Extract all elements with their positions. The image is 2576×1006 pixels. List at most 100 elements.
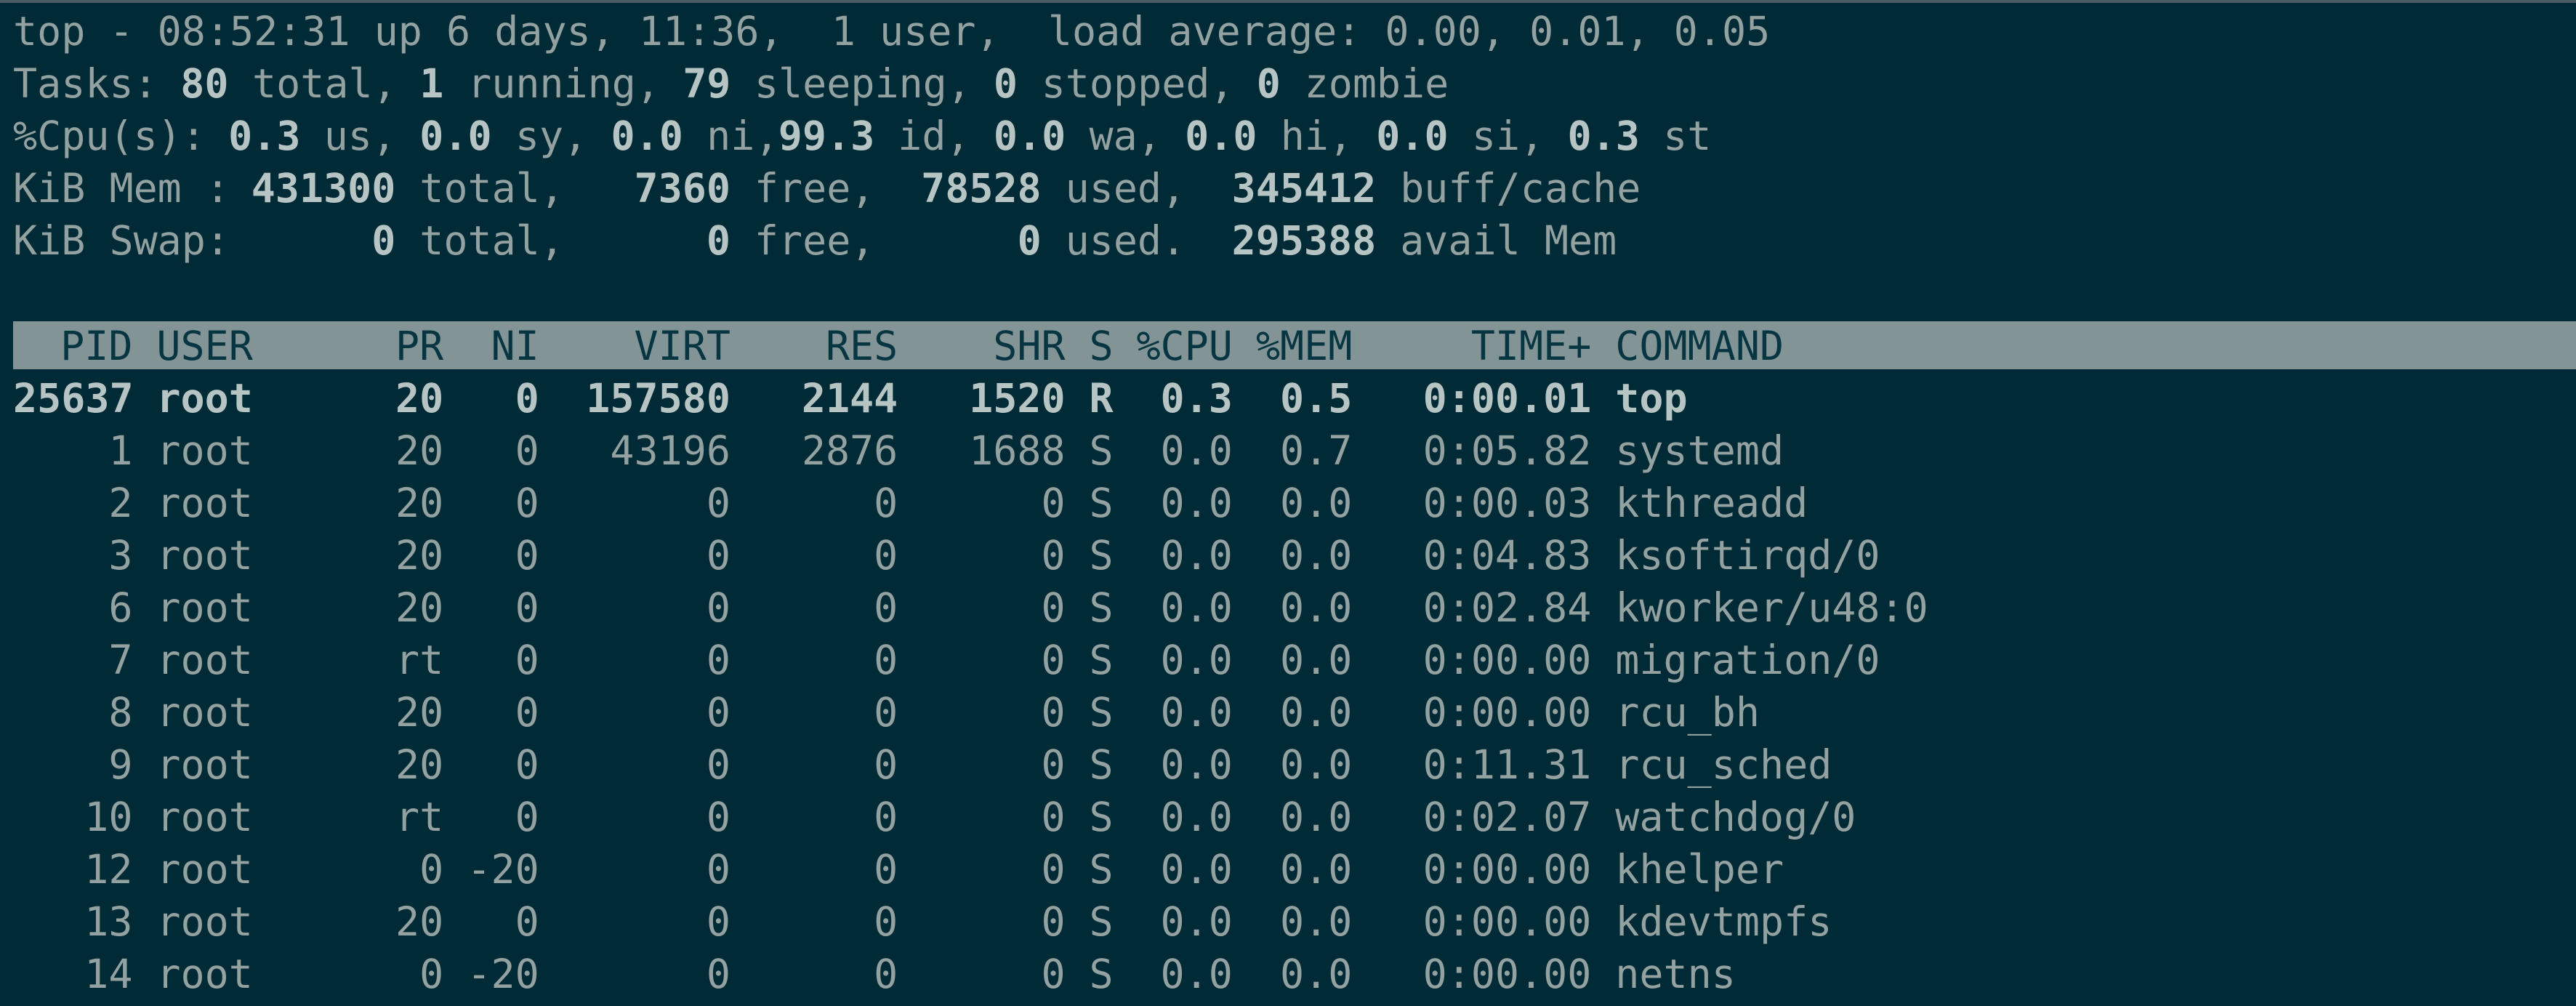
cpu-line: %Cpu(s): 0.3 us, 0.0 sy, 0.0 ni, 99.3 id, 0.0 wa, 0… — [0, 110, 2576, 162]
cell-command: systemd — [1615, 427, 1784, 474]
cell-res: 0 — [874, 794, 898, 840]
tasks-line-stopped: 0 — [993, 60, 1018, 107]
cell-state: S — [1089, 689, 1114, 736]
cpu-line-st: 0.3 — [1567, 113, 1640, 159]
cell-command: watchdog/0 — [1615, 794, 1856, 840]
mem-line-buff: 345412 — [1231, 165, 1377, 212]
cell-user: root — [156, 480, 253, 526]
mem-line-total: 431300 — [251, 165, 396, 212]
swap-line-used-lbl: used. — [1065, 217, 1186, 264]
cell-user: root — [156, 375, 253, 422]
cell-virt: 0 — [706, 951, 730, 997]
cell-shr: 1688 — [969, 427, 1066, 474]
cell-pr: 20 — [395, 898, 444, 945]
cell-cpu: 0.0 — [1160, 637, 1233, 683]
swap-line-total: 0 — [371, 217, 396, 264]
cell-time: 0:02.07 — [1422, 794, 1592, 840]
cell-mem: 0.0 — [1280, 480, 1353, 526]
cell-pr: 20 — [395, 689, 444, 736]
cell-command: rcu_sched — [1615, 741, 1832, 788]
cell-time: 0:00.00 — [1422, 689, 1592, 736]
cell-state: S — [1089, 637, 1114, 683]
tasks-line-stopped-lbl: stopped, — [1041, 60, 1234, 107]
cell-virt: 0 — [706, 689, 730, 736]
cell-ni: 0 — [515, 898, 539, 945]
cell-mem: 0.0 — [1280, 846, 1353, 893]
terminal-window[interactable]: top - 08:52:31 up 6 days, 11:36, 1 user,… — [0, 0, 2576, 1006]
cell-ni: 0 — [515, 794, 539, 840]
cell-shr: 0 — [1041, 951, 1066, 997]
table-row: 13 root 20 0 0 0 0 S 0.0 0.0 0:00.00 kdevtmpfs — [0, 896, 2576, 948]
cell-mem: 0.0 — [1280, 951, 1353, 997]
cell-virt: 0 — [706, 637, 730, 683]
cell-state: S — [1089, 480, 1114, 526]
column-header-mem: %MEM — [1255, 323, 1353, 369]
tasks-line: Tasks: 80 total, 1 running, 79 sleeping, 0 stopp… — [0, 57, 2576, 110]
tasks-line-zombie: 0 — [1256, 60, 1281, 107]
cell-pr: 0 — [419, 951, 444, 997]
cell-cpu: 0.0 — [1160, 584, 1233, 631]
cell-time: 0:00.00 — [1422, 637, 1592, 683]
cell-pid: 7 — [108, 637, 133, 683]
cell-pr: rt — [395, 794, 444, 840]
column-header-state: S — [1089, 323, 1114, 369]
cell-mem: 0.0 — [1280, 898, 1353, 945]
cell-shr: 0 — [1041, 532, 1066, 579]
cell-res: 2144 — [801, 375, 898, 422]
cell-pid: 3 — [108, 532, 133, 579]
cell-command: rcu_bh — [1615, 689, 1760, 736]
table-row: 6 root 20 0 0 0 0 S 0.0 0.0 0:02.84 kworker/u48:0 — [0, 582, 2576, 634]
cell-state: S — [1089, 741, 1114, 788]
cell-shr: 0 — [1041, 898, 1066, 945]
cell-ni: 0 — [515, 689, 539, 736]
cpu-line-id-lbl: id, — [898, 113, 970, 159]
cell-shr: 0 — [1041, 794, 1066, 840]
cell-virt: 0 — [706, 794, 730, 840]
cell-pr: rt — [395, 637, 444, 683]
cell-pr: 0 — [419, 846, 444, 893]
cell-mem: 0.0 — [1280, 637, 1353, 683]
cell-state: S — [1089, 951, 1114, 997]
cell-pid: 6 — [108, 584, 133, 631]
cell-mem: 0.7 — [1280, 427, 1353, 474]
cell-ni: 0 — [515, 480, 539, 526]
column-header-pr: PR — [395, 323, 444, 369]
column-header-res: RES — [825, 323, 898, 369]
cell-ni: 0 — [515, 532, 539, 579]
mem-line-buff-lbl: buff/cache — [1400, 165, 1641, 212]
cell-pid: 8 — [108, 689, 133, 736]
cpu-line-hi-lbl: hi, — [1280, 113, 1353, 159]
cell-cpu: 0.0 — [1160, 427, 1233, 474]
tasks-line-sleeping-lbl: sleeping, — [754, 60, 971, 107]
column-header-command: COMMAND — [1615, 323, 1784, 369]
cell-pr: 20 — [395, 741, 444, 788]
cpu-line-ni: 0.0 — [611, 113, 683, 159]
swap-line: KiB Swap: 0 total, 0 free, 0 used. 295388 avail … — [0, 214, 2576, 267]
cell-pr: 20 — [395, 427, 444, 474]
cell-time: 0:02.84 — [1422, 584, 1592, 631]
tasks-line-zombie-lbl: zombie — [1304, 60, 1449, 107]
cell-cpu: 0.0 — [1160, 846, 1233, 893]
table-row: 8 root 20 0 0 0 0 S 0.0 0.0 0:00.00 rcu_bh — [0, 686, 2576, 739]
column-header-ni: NI — [491, 323, 539, 369]
cell-user: root — [156, 794, 253, 840]
mem-line: KiB Mem :431300 total, 7360 free, 78528 used,… — [0, 162, 2576, 214]
cell-pr: 20 — [395, 532, 444, 579]
cell-cpu: 0.0 — [1160, 532, 1233, 579]
cell-shr: 0 — [1041, 584, 1066, 631]
cell-state: S — [1089, 846, 1114, 893]
cell-user: root — [156, 584, 253, 631]
table-row: 10 root rt 0 0 0 0 S 0.0 0.0 0:02.07 watchdog/0 — [0, 791, 2576, 843]
cell-res: 0 — [874, 846, 898, 893]
table-row: 9 root 20 0 0 0 0 S 0.0 0.0 0:11.31 rcu_sched — [0, 739, 2576, 791]
cell-ni: -20 — [467, 846, 539, 893]
cell-virt: 0 — [706, 898, 730, 945]
cell-time: 0:00.00 — [1422, 846, 1592, 893]
table-row: 2 root 20 0 0 0 0 S 0.0 0.0 0:00.03 kthreadd — [0, 477, 2576, 529]
column-header-user: USER — [156, 323, 253, 369]
cell-shr: 0 — [1041, 741, 1066, 788]
swap-line-label: KiB Swap: — [13, 217, 230, 264]
cell-virt: 0 — [706, 846, 730, 893]
cell-virt: 0 — [706, 532, 730, 579]
cell-res: 0 — [874, 480, 898, 526]
